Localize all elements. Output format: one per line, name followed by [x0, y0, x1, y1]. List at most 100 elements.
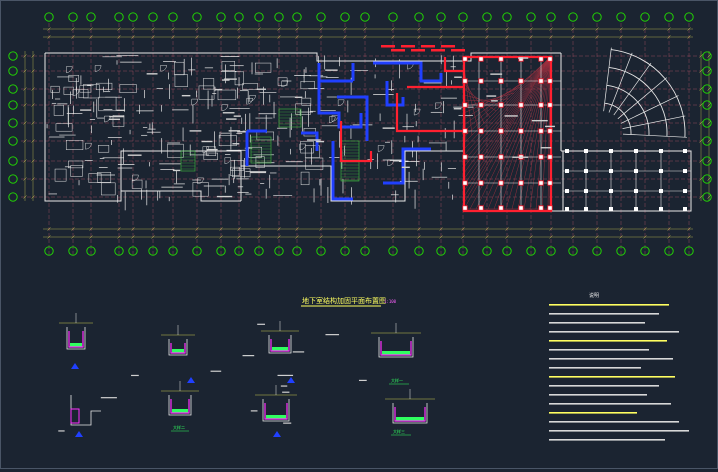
- axis-bubble-right: [702, 156, 712, 166]
- detail-annotation-mark: [257, 323, 266, 325]
- column: [518, 128, 524, 134]
- annotation-mark: [453, 108, 462, 110]
- detail-label-1: 大样一: [391, 377, 403, 383]
- column: [498, 154, 504, 160]
- room-fixture: [95, 82, 113, 90]
- fan-radial: [617, 77, 668, 120]
- column: [498, 56, 504, 62]
- annotation-mark: [127, 154, 142, 156]
- red-leader-tag: [421, 45, 435, 48]
- design-notes-block: 说明: [549, 292, 689, 441]
- axis-bubble-right: [702, 118, 712, 128]
- note-line: [549, 421, 679, 423]
- column: [547, 128, 553, 134]
- note-line: [549, 331, 679, 333]
- column: [518, 180, 524, 186]
- column: [634, 149, 638, 153]
- reinforcement-outline-red: [443, 57, 463, 73]
- column: [584, 207, 588, 211]
- axis-bubble-right: [702, 66, 712, 76]
- hatch-line: [463, 56, 551, 150]
- note-line: [549, 367, 641, 369]
- axis-bubble-right: [702, 192, 712, 202]
- detail-annotation-mark: [280, 385, 288, 387]
- door-swing: [329, 116, 336, 123]
- axis-bubble-top: [274, 12, 284, 22]
- fan-radial: [603, 47, 612, 112]
- note-line: [549, 412, 637, 414]
- column: [498, 102, 504, 108]
- red-reinforcement-outline: [339, 45, 553, 213]
- column: [478, 180, 484, 186]
- annotation-mark: [206, 148, 218, 151]
- fan-arc: [604, 102, 632, 135]
- door-swing: [66, 66, 73, 73]
- detail-annotation-mark: [325, 334, 340, 336]
- annotation-mark: [80, 109, 92, 111]
- door-swing: [377, 145, 385, 152]
- column: [683, 189, 687, 193]
- room-fixture: [101, 182, 116, 196]
- annotation-mark: [216, 195, 233, 198]
- axis-bubble-top: [546, 12, 556, 22]
- room-fixture: [174, 74, 188, 87]
- annotation-mark: [545, 125, 555, 128]
- column: [462, 205, 468, 211]
- room-fixture: [98, 145, 110, 153]
- annotation-mark: [108, 118, 121, 121]
- column: [609, 189, 613, 193]
- axis-bubble-top: [216, 12, 226, 22]
- drawing-title-scale: 1:100: [384, 299, 397, 304]
- axis-bubble-top: [86, 12, 96, 22]
- annotation-mark: [512, 156, 529, 158]
- door-swing: [281, 80, 288, 88]
- annotation-mark: [294, 96, 303, 99]
- axis-bubble-right: [702, 51, 712, 61]
- annotation-mark: [232, 143, 240, 145]
- column: [609, 149, 613, 153]
- column: [538, 102, 544, 108]
- axis-bubble-top: [436, 12, 446, 22]
- elevation-marker: [273, 431, 281, 437]
- annotation-mark: [316, 140, 325, 143]
- axis-bubble-left: [8, 156, 18, 166]
- room-fixture: [277, 77, 288, 86]
- axis-bubble-right: [702, 84, 712, 94]
- room-fixture: [300, 171, 310, 186]
- red-leader-tag: [391, 49, 405, 52]
- room-fixture: [55, 123, 73, 132]
- annotation-mark: [518, 57, 529, 59]
- annotation-mark: [146, 73, 158, 75]
- red-leader-tag: [401, 45, 415, 48]
- annotation-mark: [233, 115, 241, 117]
- detail-annotation-mark: [283, 422, 292, 424]
- column: [565, 207, 569, 211]
- column: [518, 205, 524, 211]
- column: [478, 78, 484, 84]
- annotation-mark: [222, 79, 230, 81]
- detail-annotation-mark: [282, 391, 290, 393]
- column: [538, 56, 544, 62]
- column: [634, 189, 638, 193]
- annotation-mark: [214, 88, 223, 91]
- note-line: [549, 340, 667, 342]
- column: [547, 205, 553, 211]
- annotation-mark: [504, 115, 518, 117]
- column: [478, 102, 484, 108]
- note-line: [549, 439, 665, 441]
- axis-bubble-top: [526, 12, 536, 22]
- detail-labels: 大样一 大样二 大样三: [171, 377, 411, 436]
- door-swing: [160, 65, 167, 72]
- axis-bubble-top: [68, 12, 78, 22]
- annotation-mark: [382, 127, 395, 129]
- annotation-mark: [325, 69, 338, 71]
- annotation-mark: [491, 100, 498, 102]
- annotation-mark: [401, 166, 410, 169]
- column: [538, 205, 544, 211]
- annotation-mark: [181, 94, 191, 97]
- red-leader-tag: [441, 45, 455, 48]
- column: [609, 169, 613, 173]
- room-fixture: [217, 89, 237, 101]
- column: [565, 149, 569, 153]
- column: [547, 56, 553, 62]
